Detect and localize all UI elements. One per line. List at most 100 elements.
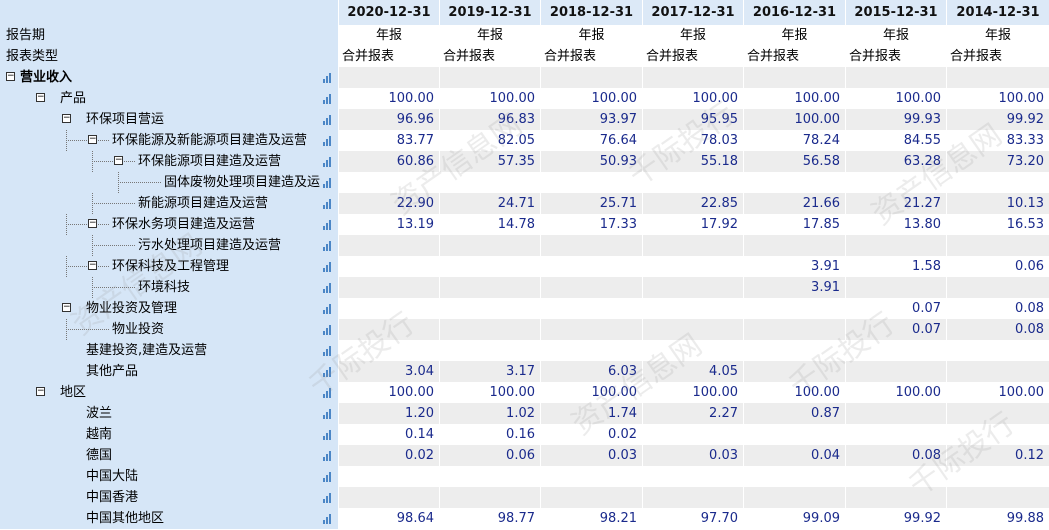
value-cell bbox=[439, 277, 540, 298]
column-header-date[interactable]: 2019-12-31 bbox=[439, 0, 540, 25]
value-cell bbox=[642, 487, 743, 508]
value-cell: 76.64 bbox=[540, 130, 642, 151]
column-header-date[interactable]: 2014-12-31 bbox=[946, 0, 1049, 25]
tree-line bbox=[66, 329, 109, 330]
collapse-minus-icon[interactable]: − bbox=[6, 72, 15, 81]
value-cell: 年报 bbox=[338, 25, 439, 46]
bar-chart-icon[interactable] bbox=[323, 220, 333, 230]
bar-chart-icon[interactable] bbox=[323, 493, 333, 503]
value-cell: 99.88 bbox=[946, 508, 1049, 529]
value-cell bbox=[439, 319, 540, 340]
value-cell bbox=[743, 340, 845, 361]
value-cell bbox=[439, 487, 540, 508]
value-cell bbox=[540, 256, 642, 277]
bar-chart-icon[interactable] bbox=[323, 157, 333, 167]
value-cell: 98.21 bbox=[540, 508, 642, 529]
value-cell bbox=[946, 466, 1049, 487]
value-cell: 17.92 bbox=[642, 214, 743, 235]
value-cell: 0.14 bbox=[338, 424, 439, 445]
value-cell: 100.00 bbox=[743, 88, 845, 109]
value-cell: 98.64 bbox=[338, 508, 439, 529]
bar-chart-icon[interactable] bbox=[323, 262, 333, 272]
table-row: 德国 0.02 0.06 0.03 0.03 0.04 0.08 0.12 bbox=[0, 445, 1049, 466]
row-label: 产品 bbox=[60, 91, 87, 106]
value-cell bbox=[439, 256, 540, 277]
value-cell: 14.78 bbox=[439, 214, 540, 235]
value-cell: 1.20 bbox=[338, 403, 439, 424]
value-cell: 0.03 bbox=[642, 445, 743, 466]
value-cell bbox=[743, 172, 845, 193]
value-cell bbox=[642, 67, 743, 88]
collapse-minus-icon[interactable]: − bbox=[88, 135, 97, 144]
bar-chart-icon[interactable] bbox=[323, 430, 333, 440]
column-header-date[interactable]: 2015-12-31 bbox=[845, 0, 946, 25]
value-cell: 年报 bbox=[845, 25, 946, 46]
table-row: − 营业收入 bbox=[0, 67, 1049, 88]
table-row: 越南 0.14 0.16 0.02 bbox=[0, 424, 1049, 445]
value-cell: 4.05 bbox=[642, 361, 743, 382]
value-cell: 0.06 bbox=[946, 256, 1049, 277]
value-cell bbox=[845, 487, 946, 508]
bar-chart-icon[interactable] bbox=[323, 73, 333, 83]
value-cell: 21.66 bbox=[743, 193, 845, 214]
value-cell bbox=[743, 466, 845, 487]
table-row: − 环保项目营运 96.96 96.83 93.97 95.95 100.00 99.93 99… bbox=[0, 109, 1049, 130]
value-cell bbox=[338, 172, 439, 193]
bar-chart-icon[interactable] bbox=[323, 136, 333, 146]
collapse-minus-icon[interactable]: − bbox=[36, 387, 45, 396]
value-cell: 100.00 bbox=[540, 382, 642, 403]
table-row: 中国其他地区 98.64 98.77 98.21 97.70 99.09 99.92 99.8… bbox=[0, 508, 1049, 529]
bar-chart-icon[interactable] bbox=[323, 94, 333, 104]
bar-chart-icon[interactable] bbox=[323, 325, 333, 335]
bar-chart-icon[interactable] bbox=[323, 199, 333, 209]
column-header-date[interactable]: 2017-12-31 bbox=[642, 0, 743, 25]
value-cell: 0.07 bbox=[845, 319, 946, 340]
column-header-date[interactable]: 2016-12-31 bbox=[743, 0, 845, 25]
value-cell: 21.27 bbox=[845, 193, 946, 214]
value-cell: 0.06 bbox=[439, 445, 540, 466]
column-header-date[interactable]: 2018-12-31 bbox=[540, 0, 642, 25]
bar-chart-icon[interactable] bbox=[323, 115, 333, 125]
row-label-cell: 越南 bbox=[0, 424, 338, 445]
table-row: − 环保能源及新能源项目建造及运营 83.77 82.05 76.64 78.03 78.2… bbox=[0, 130, 1049, 151]
bar-chart-icon[interactable] bbox=[323, 472, 333, 482]
value-cell bbox=[439, 67, 540, 88]
collapse-minus-icon[interactable]: − bbox=[88, 261, 97, 270]
bar-chart-icon[interactable] bbox=[323, 388, 333, 398]
collapse-minus-icon[interactable]: − bbox=[114, 156, 123, 165]
row-label: 报表类型 bbox=[6, 49, 59, 64]
collapse-minus-icon[interactable]: − bbox=[62, 114, 71, 123]
table-row: 其他产品 3.04 3.17 6.03 4.05 bbox=[0, 361, 1049, 382]
bar-chart-icon[interactable] bbox=[323, 451, 333, 461]
bar-chart-icon[interactable] bbox=[323, 409, 333, 419]
value-cell: 合并报表 bbox=[642, 46, 743, 67]
collapse-minus-icon[interactable]: − bbox=[88, 219, 97, 228]
collapse-minus-icon[interactable]: − bbox=[36, 93, 45, 102]
row-label-cell: 物业投资 bbox=[0, 319, 338, 340]
row-label-cell: 报表类型 bbox=[0, 46, 338, 67]
row-label-cell: − 地区 bbox=[0, 382, 338, 403]
row-label-cell: − 环保项目营运 bbox=[0, 109, 338, 130]
bar-chart-icon[interactable] bbox=[323, 367, 333, 377]
bar-chart-icon[interactable] bbox=[323, 304, 333, 314]
row-label-cell: − 环保科技及工程管理 bbox=[0, 256, 338, 277]
column-header-date[interactable]: 2020-12-31 bbox=[338, 0, 439, 25]
bar-chart-icon[interactable] bbox=[323, 283, 333, 293]
bar-chart-icon[interactable] bbox=[323, 346, 333, 356]
row-label: 污水处理项目建造及运营 bbox=[138, 238, 282, 253]
value-cell bbox=[743, 67, 845, 88]
bar-chart-icon[interactable] bbox=[323, 241, 333, 251]
row-label-cell: 基建投资,建造及运营 bbox=[0, 340, 338, 361]
value-cell: 0.04 bbox=[743, 445, 845, 466]
report-period-row: 报告期 年报 年报 年报 年报 年报 年报 年报 bbox=[0, 25, 1049, 46]
value-cell bbox=[338, 487, 439, 508]
value-cell bbox=[540, 340, 642, 361]
table-row: − 环保科技及工程管理 3.91 1.58 0.06 bbox=[0, 256, 1049, 277]
row-label-cell: 其他产品 bbox=[0, 361, 338, 382]
bar-chart-icon[interactable] bbox=[323, 514, 333, 524]
collapse-minus-icon[interactable]: − bbox=[62, 303, 71, 312]
table-row: 污水处理项目建造及运营 bbox=[0, 235, 1049, 256]
value-cell: 96.83 bbox=[439, 109, 540, 130]
row-label: 固体废物处理项目建造及运 bbox=[164, 175, 321, 190]
bar-chart-icon[interactable] bbox=[323, 178, 333, 188]
